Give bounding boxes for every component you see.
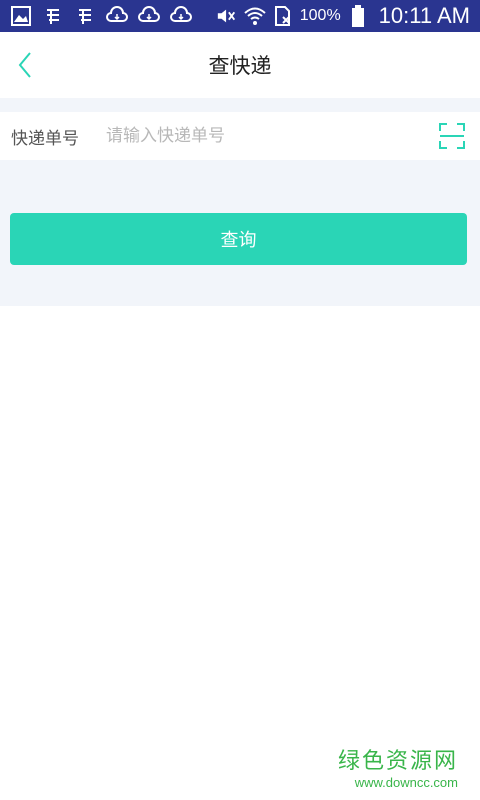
tracking-number-label: 快递单号 (11, 128, 79, 149)
scan-button[interactable] (438, 122, 466, 150)
chevron-left-icon (18, 52, 31, 78)
watermark-title: 绿色资源网 (337, 749, 458, 774)
watermark-url: www.downcc.com (354, 775, 458, 790)
cloud-download-icon (138, 5, 160, 27)
system-indicators: 100% 10:11 AM (216, 3, 470, 29)
wifi-icon (244, 5, 266, 27)
query-button[interactable]: 查询 (10, 213, 467, 265)
app-header: 查快递 (0, 32, 480, 98)
scan-icon (439, 123, 465, 149)
cloud-download-icon (106, 5, 128, 27)
tracking-number-input[interactable] (106, 118, 406, 154)
watermark: 绿色资源网 www.downcc.com (338, 743, 458, 790)
app-notification-icon (42, 5, 64, 27)
battery-percent: 100% (299, 7, 341, 24)
tracking-number-row: 快递单号 (0, 112, 480, 160)
status-bar: 100% 10:11 AM (0, 0, 480, 32)
notification-icons (10, 5, 192, 27)
clock: 10:11 AM (378, 3, 470, 28)
mute-icon (216, 5, 238, 27)
app-notification-icon (74, 5, 96, 27)
no-sim-icon (272, 5, 294, 27)
cloud-download-icon (170, 5, 192, 27)
battery-icon (347, 5, 369, 27)
page-title: 查快递 (208, 54, 272, 78)
gallery-icon (10, 5, 32, 27)
back-button[interactable] (10, 50, 40, 80)
